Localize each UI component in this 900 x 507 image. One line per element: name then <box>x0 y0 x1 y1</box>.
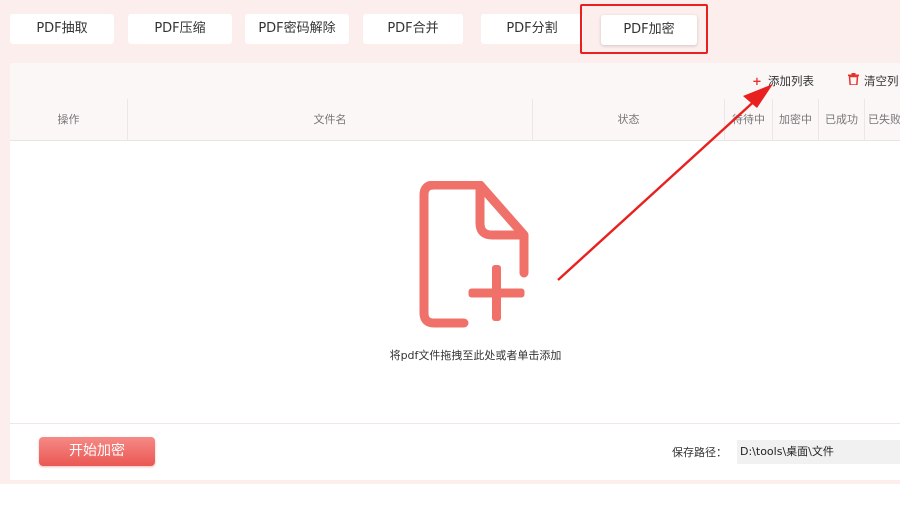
app-window: PDF抽取 PDF压缩 PDF密码解除 PDF合并 PDF分割 PDF加密 + 添… <box>0 0 900 484</box>
column-header-filename: 文件名 <box>127 99 532 141</box>
footer-bar: 开始加密 保存路径： <box>10 423 900 480</box>
tab-pdf-unlock[interactable]: PDF密码解除 <box>245 14 349 44</box>
file-list-panel: + 添加列表 清空列 操作 文件名 状态 待待中 加密中 已成功 已失败 将pd… <box>10 63 900 480</box>
column-header-status: 状态 <box>532 99 724 141</box>
trash-icon <box>846 72 860 90</box>
column-header-encrypting: 加密中 <box>772 99 818 141</box>
tab-pdf-split[interactable]: PDF分割 <box>481 14 583 44</box>
tab-pdf-extract[interactable]: PDF抽取 <box>10 14 114 44</box>
file-drop-zone[interactable]: 将pdf文件拖拽至此处或者单击添加 <box>10 141 900 423</box>
column-header-succeeded: 已成功 <box>818 99 864 141</box>
column-header-failed: 已失败 <box>864 99 900 141</box>
drop-hint-text: 将pdf文件拖拽至此处或者单击添加 <box>389 349 562 362</box>
file-add-icon[interactable] <box>416 180 532 333</box>
save-path-label: 保存路径： <box>672 446 727 459</box>
tab-bar: PDF抽取 PDF压缩 PDF密码解除 PDF合并 PDF分割 PDF加密 <box>0 0 900 58</box>
clear-list-label: 清空列 <box>864 74 899 88</box>
tab-pdf-compress[interactable]: PDF压缩 <box>128 14 232 44</box>
save-path-input[interactable] <box>737 440 900 464</box>
plus-icon: + <box>752 74 762 88</box>
clear-list-button[interactable]: 清空列 <box>846 72 899 90</box>
add-list-label: 添加列表 <box>768 74 814 88</box>
column-header-waiting: 待待中 <box>724 99 772 141</box>
list-toolbar: + 添加列表 清空列 <box>10 63 900 99</box>
column-header-action: 操作 <box>57 113 80 126</box>
tab-pdf-encrypt[interactable]: PDF加密 <box>601 15 697 45</box>
tab-pdf-merge[interactable]: PDF合并 <box>363 14 463 44</box>
add-list-button[interactable]: + 添加列表 <box>750 72 814 90</box>
start-encrypt-button[interactable]: 开始加密 <box>39 437 155 466</box>
table-header: 操作 文件名 状态 待待中 加密中 已成功 已失败 <box>10 99 900 141</box>
